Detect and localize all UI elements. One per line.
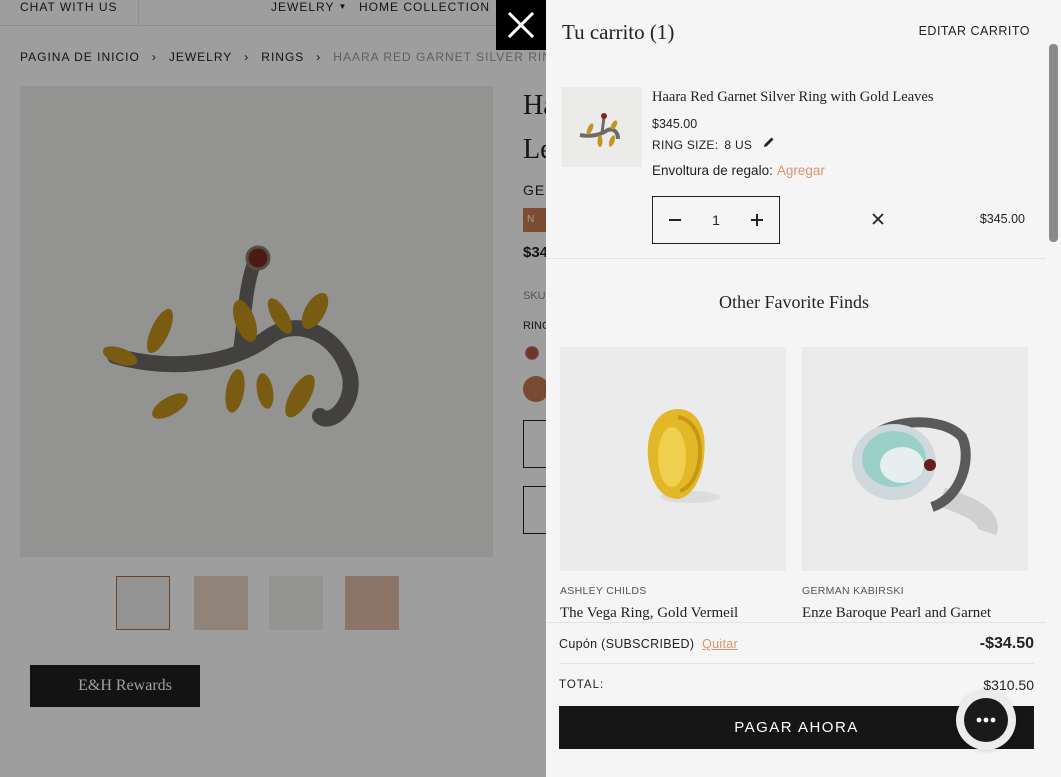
coupon-label: Cupón (SUBSCRIBED) Quitar bbox=[559, 637, 738, 651]
pencil-icon bbox=[764, 137, 774, 147]
cart-drawer: Tu carrito (1) EDITAR CARRITO Haara Red … bbox=[546, 0, 1061, 777]
close-icon bbox=[872, 213, 884, 225]
size-label: RING SIZE: bbox=[652, 138, 719, 152]
close-icon bbox=[507, 11, 535, 39]
recommendation-image[interactable] bbox=[802, 347, 1028, 571]
scrollbar-thumb[interactable] bbox=[1049, 44, 1058, 242]
line-item-image[interactable] bbox=[562, 87, 642, 167]
line-item-price: $345.00 bbox=[652, 117, 698, 131]
chat-icon bbox=[964, 698, 1008, 742]
edit-size-button[interactable] bbox=[762, 135, 776, 154]
page-overlay[interactable] bbox=[0, 0, 546, 777]
recommendation-name[interactable]: Enze Baroque Pearl and Garnet bbox=[802, 605, 1028, 622]
plus-icon bbox=[751, 214, 763, 226]
scrollbar[interactable] bbox=[1046, 0, 1061, 777]
gift-wrap-add-link[interactable]: Agregar bbox=[777, 163, 825, 178]
ring-thumbnail bbox=[579, 113, 620, 147]
edit-cart-link[interactable]: EDITAR CARRITO bbox=[919, 24, 1030, 38]
coupon-code: Cupón (SUBSCRIBED) bbox=[559, 637, 695, 651]
coupon-amount: -$34.50 bbox=[979, 635, 1034, 652]
quantity-increase-button[interactable] bbox=[735, 197, 779, 243]
recommendations-title: Other Favorite Finds bbox=[719, 292, 869, 312]
coupon-remove-link[interactable]: Quitar bbox=[702, 637, 738, 651]
close-drawer-button[interactable] bbox=[496, 0, 546, 50]
divider bbox=[559, 663, 1034, 664]
recommendation-card[interactable]: GERMAN KABIRSKI Enze Baroque Pearl and G… bbox=[802, 347, 1028, 622]
cart-title: Tu carrito (1) bbox=[562, 20, 675, 44]
quantity-decrease-button[interactable] bbox=[653, 197, 697, 243]
recommendation-brand: GERMAN KABIRSKI bbox=[802, 585, 904, 597]
gold-ring-illustration bbox=[647, 409, 720, 503]
pearl-ring-illustration bbox=[852, 417, 998, 536]
cart-header: Tu carrito (1) EDITAR CARRITO bbox=[546, 0, 1046, 62]
cart-line-item: Haara Red Garnet Silver Ring with Gold L… bbox=[546, 62, 1046, 259]
recommendation-card[interactable]: ASHLEY CHILDS The Vega Ring, Gold Vermei… bbox=[560, 347, 786, 622]
line-item-total: $345.00 bbox=[979, 212, 1025, 226]
ellipsis-icon bbox=[976, 717, 996, 723]
gift-wrap: Envoltura de regalo: Agregar bbox=[652, 163, 825, 178]
chat-launcher-button[interactable] bbox=[956, 690, 1016, 750]
quantity-stepper: 1 bbox=[652, 196, 780, 244]
recommendation-name[interactable]: The Vega Ring, Gold Vermeil bbox=[560, 605, 786, 622]
coupon-row: Cupón (SUBSCRIBED) Quitar -$34.50 bbox=[559, 635, 1034, 663]
remove-item-button[interactable] bbox=[871, 212, 885, 231]
line-item-size: RING SIZE: 8 US bbox=[652, 138, 752, 152]
line-item-name[interactable]: Haara Red Garnet Silver Ring with Gold L… bbox=[652, 89, 933, 106]
minus-icon bbox=[669, 219, 681, 221]
recommendation-image[interactable] bbox=[560, 347, 786, 571]
total-label: TOTAL: bbox=[559, 679, 605, 691]
gift-wrap-label: Envoltura de regalo: bbox=[652, 163, 773, 178]
recommendation-brand: ASHLEY CHILDS bbox=[560, 585, 647, 597]
size-value: 8 US bbox=[724, 138, 753, 152]
quantity-value[interactable]: 1 bbox=[697, 212, 735, 228]
